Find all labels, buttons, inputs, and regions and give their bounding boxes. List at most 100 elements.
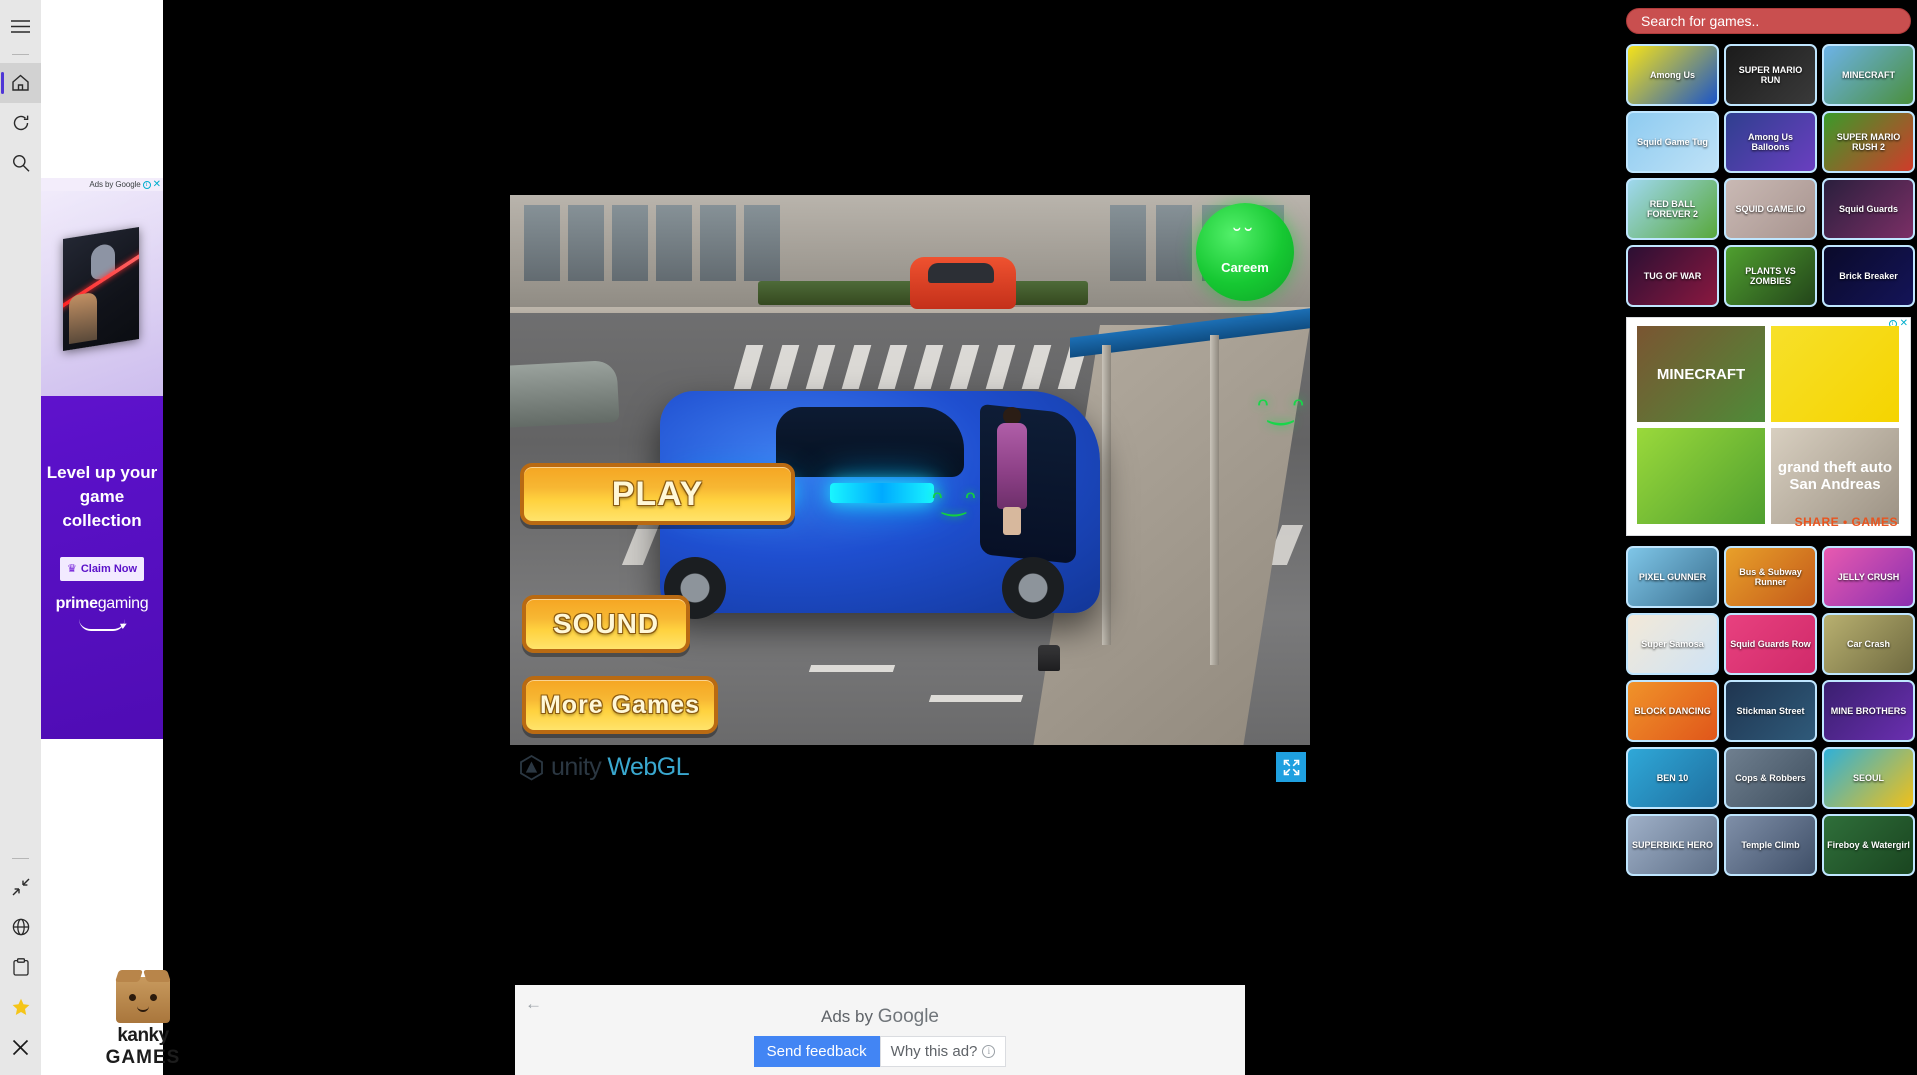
share-games-label: SHARE • GAMES bbox=[1794, 515, 1898, 529]
play-button[interactable]: PLAY bbox=[520, 463, 795, 525]
fullscreen-icon bbox=[1283, 759, 1299, 775]
ad-info-icon[interactable]: i bbox=[142, 180, 151, 189]
clipboard-icon[interactable] bbox=[0, 947, 41, 987]
info-icon: i bbox=[982, 1045, 996, 1058]
collapse-icon[interactable] bbox=[0, 867, 41, 907]
game-tile[interactable]: PIXEL GUNNER bbox=[1626, 546, 1719, 608]
game-tile[interactable]: SUPER MARIO RUN bbox=[1724, 44, 1817, 106]
search-icon[interactable] bbox=[0, 143, 41, 183]
game-tile[interactable]: TUG OF WAR bbox=[1626, 245, 1719, 307]
send-feedback-button[interactable]: Send feedback bbox=[753, 1036, 880, 1067]
lane-marking bbox=[808, 665, 896, 672]
game-tile[interactable]: Squid Guards bbox=[1822, 178, 1915, 240]
fullscreen-button[interactable] bbox=[1276, 752, 1306, 782]
game-tile[interactable]: SEOUL bbox=[1822, 747, 1915, 809]
game-tile[interactable]: Super Samosa bbox=[1626, 613, 1719, 675]
menu-icon[interactable] bbox=[0, 6, 41, 46]
claim-now-button[interactable]: ♛ Claim Now bbox=[60, 557, 144, 581]
pedestrian bbox=[995, 407, 1029, 537]
brand-gaming: gaming bbox=[97, 595, 149, 612]
close-icon[interactable] bbox=[0, 1027, 41, 1067]
grey-car bbox=[510, 359, 620, 429]
game-tile[interactable]: Brick Breaker bbox=[1822, 245, 1915, 307]
box-eye-left bbox=[129, 994, 136, 1001]
crown-icon: ♛ bbox=[66, 562, 77, 575]
game-tile[interactable]: Among Us Balloons bbox=[1724, 111, 1817, 173]
game-tile-title: Stickman Street bbox=[1736, 706, 1805, 716]
unity-wordmark: unity bbox=[551, 753, 602, 781]
refresh-icon[interactable] bbox=[0, 103, 41, 143]
game-tile-title: SEOUL bbox=[1852, 773, 1884, 783]
game-tile[interactable]: SQUID GAME.IO bbox=[1724, 178, 1817, 240]
game-tile[interactable]: Squid Game Tug bbox=[1626, 111, 1719, 173]
sidebar-ad-cell[interactable]: MINECRAFT bbox=[1637, 326, 1765, 422]
sound-button[interactable]: SOUND bbox=[522, 595, 690, 653]
game-tile-title: TUG OF WAR bbox=[1643, 271, 1702, 281]
game-tile-title: PLANTS VS ZOMBIES bbox=[1745, 266, 1796, 286]
search-input[interactable] bbox=[1626, 8, 1911, 34]
globe-icon[interactable] bbox=[0, 907, 41, 947]
pedestrian-legs bbox=[1003, 507, 1021, 535]
game-tile[interactable]: MINECRAFT bbox=[1822, 44, 1915, 106]
game-tile-title: Fireboy & Watergirl bbox=[1827, 840, 1910, 850]
left-ad-column: Ads by Google i ✕ Level up your game col… bbox=[41, 0, 179, 1075]
game-canvas[interactable]: ᵔ‿ᵔ Careem ˘˘ Careem ᵔ‿ᵔ PLAY SOUND More… bbox=[510, 195, 1310, 745]
game-tile[interactable]: JELLY CRUSH bbox=[1822, 546, 1915, 608]
game-stage: ᵔ‿ᵔ Careem ˘˘ Careem ᵔ‿ᵔ PLAY SOUND More… bbox=[200, 0, 1623, 985]
sidebar-ad-cell-title: MINECRAFT bbox=[1656, 365, 1746, 383]
pedestrian-body bbox=[997, 423, 1027, 509]
game-tile[interactable]: Among Us bbox=[1626, 44, 1719, 106]
game-tile[interactable]: Stickman Street bbox=[1724, 680, 1817, 742]
ads-by-google-label: Ads by Google bbox=[89, 180, 141, 189]
ad-character-shape bbox=[69, 291, 97, 345]
game-tile[interactable]: Bus & Subway Runner bbox=[1724, 546, 1817, 608]
sidebar-ad-cell-title: grand theft auto San Andreas bbox=[1777, 459, 1893, 493]
game-tile[interactable]: PLANTS VS ZOMBIES bbox=[1724, 245, 1817, 307]
game-tile-title: SUPER MARIO RUSH 2 bbox=[1836, 132, 1901, 152]
star-icon[interactable] bbox=[0, 987, 41, 1027]
careem-brand-badge[interactable]: ˘˘ Careem bbox=[1196, 203, 1294, 301]
game-tile[interactable]: MINE BROTHERS bbox=[1822, 680, 1915, 742]
game-tile[interactable]: SUPERBIKE HERO bbox=[1626, 814, 1719, 876]
game-tile[interactable]: Car Crash bbox=[1822, 613, 1915, 675]
bollard bbox=[1038, 645, 1060, 671]
game-tile-title: Brick Breaker bbox=[1839, 271, 1898, 281]
sidebar-google-ad[interactable]: i ✕ MINECRAFT grand theft auto San Andrea… bbox=[1626, 317, 1911, 536]
games-grid-bottom: PIXEL GUNNER Bus & Subway Runner JELLY CRU… bbox=[1626, 546, 1915, 876]
left-ads-by-google-header: Ads by Google i ✕ bbox=[41, 178, 163, 191]
site-logo[interactable]: kanky GAMES bbox=[93, 970, 193, 1069]
ad-poster-image bbox=[63, 226, 139, 352]
game-tile[interactable]: Temple Climb bbox=[1724, 814, 1817, 876]
why-this-ad-button[interactable]: Why this ad? i bbox=[879, 1036, 1007, 1067]
sidebar-ad-cell[interactable] bbox=[1771, 326, 1899, 422]
ad-close-icon[interactable]: ✕ bbox=[153, 180, 161, 190]
more-games-button[interactable]: More Games bbox=[522, 676, 718, 734]
game-tile-title: Car Crash bbox=[1846, 639, 1891, 649]
game-tile[interactable]: BLOCK DANCING bbox=[1626, 680, 1719, 742]
street-pole bbox=[1102, 345, 1111, 645]
game-tile[interactable]: Cops & Robbers bbox=[1724, 747, 1817, 809]
game-tile[interactable]: Fireboy & Watergirl bbox=[1822, 814, 1915, 876]
sidebar-ad-close-icon[interactable]: ✕ bbox=[1900, 319, 1908, 329]
page-root: Ads by Google i ✕ Level up your game col… bbox=[0, 0, 1917, 1075]
games-grid-top: Among Us SUPER MARIO RUN MINECRAFT Squid Ga… bbox=[1626, 44, 1915, 307]
game-tile-title: BLOCK DANCING bbox=[1634, 706, 1711, 716]
box-eye-right bbox=[150, 994, 157, 1001]
kanky-box-icon bbox=[115, 970, 171, 1023]
game-tile[interactable]: Squid Guards Row bbox=[1724, 613, 1817, 675]
game-tile[interactable]: SUPER MARIO RUSH 2 bbox=[1822, 111, 1915, 173]
game-tile-title: SUPERBIKE HERO bbox=[1631, 840, 1713, 850]
prime-gaming-wordmark: primegaming bbox=[41, 595, 163, 613]
home-icon[interactable] bbox=[0, 63, 41, 103]
sidebar-ad-cell[interactable] bbox=[1637, 428, 1765, 524]
game-tile-title: Bus & Subway Runner bbox=[1739, 567, 1802, 587]
sidebar-ad-cell[interactable]: grand theft auto San Andreas bbox=[1771, 428, 1899, 524]
prime-gaming-ad[interactable]: Level up your game collection ♛ Claim No… bbox=[41, 191, 163, 739]
game-tile[interactable]: BEN 10 bbox=[1626, 747, 1719, 809]
game-tile-title: SQUID GAME.IO bbox=[1735, 204, 1806, 214]
game-tile[interactable]: RED BALL FOREVER 2 bbox=[1626, 178, 1719, 240]
why-this-ad-label: Why this ad? bbox=[890, 1043, 978, 1060]
bottom-google-ad-bar: ← Ads by Google Send feedback Why this a… bbox=[515, 985, 1245, 1075]
unity-mark-icon bbox=[520, 754, 543, 781]
game-tile-title: Temple Climb bbox=[1741, 840, 1800, 850]
